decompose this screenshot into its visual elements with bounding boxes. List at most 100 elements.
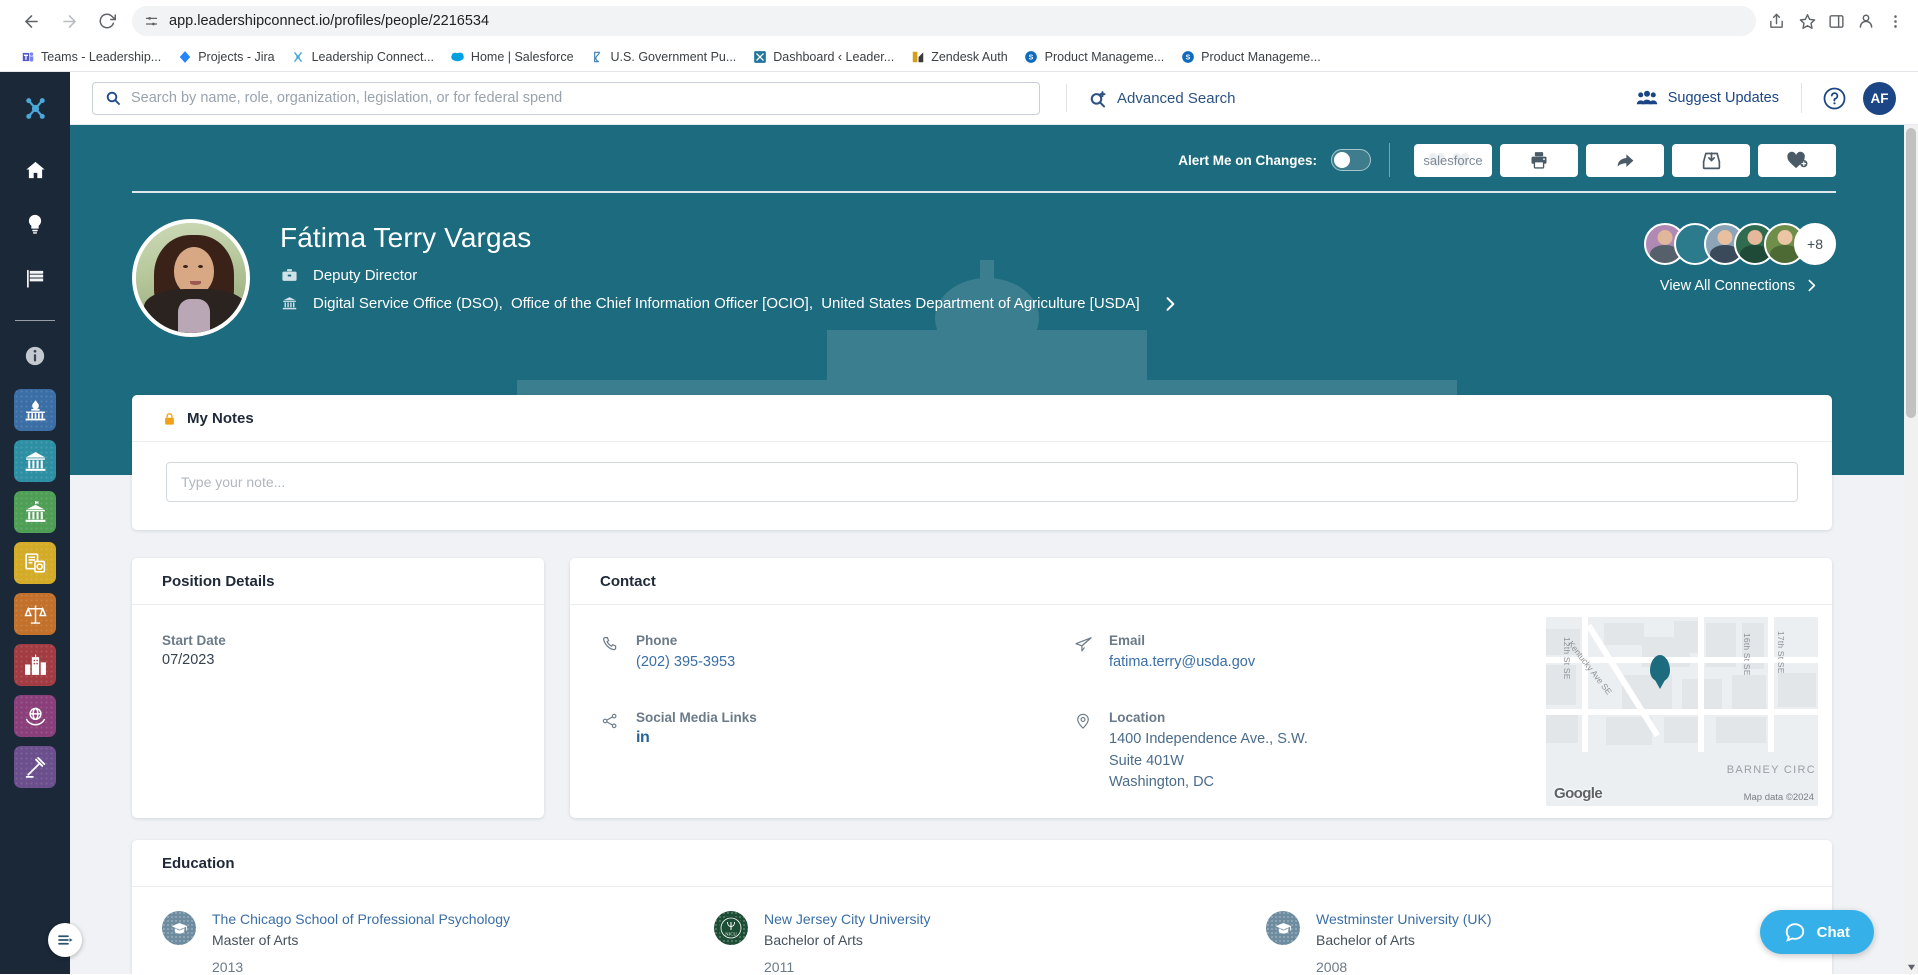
bookmark-item[interactable]: Projects - Jira xyxy=(169,46,282,67)
email-value[interactable]: fatima.terry@usda.gov xyxy=(1109,652,1255,674)
alert-me-toggle[interactable] xyxy=(1331,149,1371,171)
linkedin-icon[interactable]: in xyxy=(636,729,757,747)
page-scroll-area: Alert Me on Changes: salesforce Fátima T… xyxy=(70,125,1904,974)
bookmark-item[interactable]: U.S. Government Pu... xyxy=(582,46,745,67)
vertical-scrollbar[interactable] xyxy=(1904,125,1918,974)
forward-arrow-icon[interactable] xyxy=(52,4,86,38)
location-map[interactable]: 12th St SE 16th St SE 17th St SE Kentuck… xyxy=(1546,617,1818,806)
back-arrow-icon[interactable] xyxy=(14,4,48,38)
bookmark-item[interactable]: Teams - Leadership... xyxy=(12,46,169,67)
sidebar-tile-media[interactable] xyxy=(14,542,56,584)
details-row: Position Details Start Date 07/2023 Cont… xyxy=(132,558,1832,840)
bookmark-label: Home | Salesforce xyxy=(470,49,574,64)
bookmark-label: Dashboard ‹ Leader... xyxy=(773,49,895,64)
reload-icon[interactable] xyxy=(90,4,124,38)
address-bar[interactable]: app.leadershipconnect.io/profiles/people… xyxy=(132,6,1756,36)
njcu-seal-icon: NJCU xyxy=(714,911,748,945)
connection-overflow-count[interactable]: +8 xyxy=(1794,223,1836,265)
share-button[interactable] xyxy=(1586,143,1664,177)
scrollbar-thumb[interactable] xyxy=(1906,128,1916,418)
site-settings-icon[interactable] xyxy=(144,14,159,29)
map-street-label: 17th St SE xyxy=(1776,631,1786,674)
collapse-sidebar-icon[interactable] xyxy=(48,923,82,957)
profile-summary: Fátima Terry Vargas Deputy Director Digi… xyxy=(132,193,1836,337)
contact-phone: Phone (202) 395-3953 xyxy=(600,633,1063,674)
scroll-down-arrow-icon[interactable] xyxy=(1904,960,1918,974)
jira-icon xyxy=(177,49,192,64)
toolbar-divider xyxy=(1389,143,1390,177)
phone-label: Phone xyxy=(636,633,678,648)
education-card: Education The Chicago School of Professi… xyxy=(132,840,1832,974)
bookmark-label: Product Manageme... xyxy=(1201,49,1321,64)
profile-org-line[interactable]: Digital Service Office (DSO), Office of … xyxy=(280,294,1180,314)
share-nodes-icon xyxy=(600,710,620,794)
bookmark-item[interactable]: Leadership Connect... xyxy=(283,46,442,67)
advanced-search-button[interactable]: Advanced Search xyxy=(1089,89,1235,108)
browser-profile-icon[interactable] xyxy=(1857,12,1875,30)
bookmark-item[interactable]: S Product Manageme... xyxy=(1016,46,1173,67)
position-details-body: Start Date 07/2023 xyxy=(132,605,544,818)
add-to-favorites-button[interactable] xyxy=(1758,143,1836,177)
education-degree: Bachelor of Arts xyxy=(1316,932,1415,948)
education-school[interactable]: Westminster University (UK) xyxy=(1316,911,1492,927)
url-text: app.leadershipconnect.io/profiles/people… xyxy=(169,13,490,29)
connection-avatars[interactable]: +8 xyxy=(1644,223,1836,265)
browser-window-actions xyxy=(1822,12,1904,30)
sidebar-tile-judiciary[interactable] xyxy=(14,746,56,788)
print-button[interactable] xyxy=(1500,143,1578,177)
education-title: Education xyxy=(162,855,235,872)
sidebar-tile-legal[interactable] xyxy=(14,593,56,635)
sidebar-item-home[interactable] xyxy=(13,148,57,192)
user-avatar[interactable]: AF xyxy=(1863,81,1896,115)
suggest-updates-button[interactable]: Suggest Updates xyxy=(1636,89,1801,107)
sidebar-tile-state[interactable] xyxy=(14,491,56,533)
chevron-right-icon[interactable] xyxy=(1160,294,1180,314)
note-input[interactable] xyxy=(166,462,1798,502)
sidebar-tile-business[interactable] xyxy=(14,644,56,686)
contact-social-media: Social Media Links in xyxy=(600,710,1063,794)
info-icon[interactable] xyxy=(14,335,56,377)
bookmark-item[interactable]: Dashboard ‹ Leader... xyxy=(744,46,902,67)
salesforce-button[interactable]: salesforce xyxy=(1414,143,1492,177)
star-icon[interactable] xyxy=(1799,13,1816,30)
map-attribution: Map data ©2024 xyxy=(1743,792,1814,803)
side-panel-icon[interactable] xyxy=(1828,13,1845,30)
omnibox-actions xyxy=(1768,13,1818,30)
sidebar-tile-congress[interactable] xyxy=(14,389,56,431)
location-label: Location xyxy=(1109,709,1166,725)
sidebar-tile-nonprofit[interactable] xyxy=(14,695,56,737)
bookmark-label: Zendesk Auth xyxy=(931,49,1008,64)
bookmark-item[interactable]: Zendesk Auth xyxy=(902,46,1015,67)
sidebar-item-legislation[interactable] xyxy=(13,256,57,300)
gpo-icon xyxy=(590,49,605,64)
app-shell: Advanced Search Suggest Updates AF xyxy=(0,72,1918,974)
contact-body: Phone (202) 395-3953 Email fatima.terry@… xyxy=(570,605,1832,818)
map-street-label: 16th St SE xyxy=(1742,633,1752,676)
view-all-connections-link[interactable]: View All Connections xyxy=(1660,277,1820,294)
position-details-card: Position Details Start Date 07/2023 xyxy=(132,558,544,818)
sidebar-tile-federal[interactable] xyxy=(14,440,56,482)
download-inbox-icon xyxy=(1701,150,1722,171)
browser-chrome: app.leadershipconnect.io/profiles/people… xyxy=(0,0,1918,72)
phone-value[interactable]: (202) 395-3953 xyxy=(636,652,735,674)
kebab-menu-icon[interactable] xyxy=(1887,13,1904,30)
zendesk-icon xyxy=(910,49,925,64)
share-icon[interactable] xyxy=(1768,13,1785,30)
search-input[interactable] xyxy=(131,90,1027,106)
export-button[interactable] xyxy=(1672,143,1750,177)
start-date-field: Start Date 07/2023 xyxy=(162,633,514,668)
help-circle-icon[interactable] xyxy=(1822,86,1847,111)
sidebar-item-insights[interactable] xyxy=(13,202,57,246)
education-school[interactable]: The Chicago School of Professional Psych… xyxy=(212,911,510,927)
bookmark-item[interactable]: Home | Salesforce xyxy=(442,46,582,67)
chat-button[interactable]: Chat xyxy=(1759,910,1874,954)
leadership-connect-logo[interactable] xyxy=(13,86,57,130)
global-search[interactable] xyxy=(92,81,1040,115)
heart-plus-icon xyxy=(1786,150,1808,170)
advanced-search-icon xyxy=(1089,89,1108,108)
education-item: Westminster University (UK) Bachelor of … xyxy=(1266,911,1802,974)
profile-toolbar: Alert Me on Changes: salesforce xyxy=(132,143,1836,177)
bookmark-item[interactable]: S Product Manageme... xyxy=(1172,46,1329,67)
education-year: 2013 xyxy=(212,959,244,974)
education-school[interactable]: New Jersey City University xyxy=(764,911,930,927)
